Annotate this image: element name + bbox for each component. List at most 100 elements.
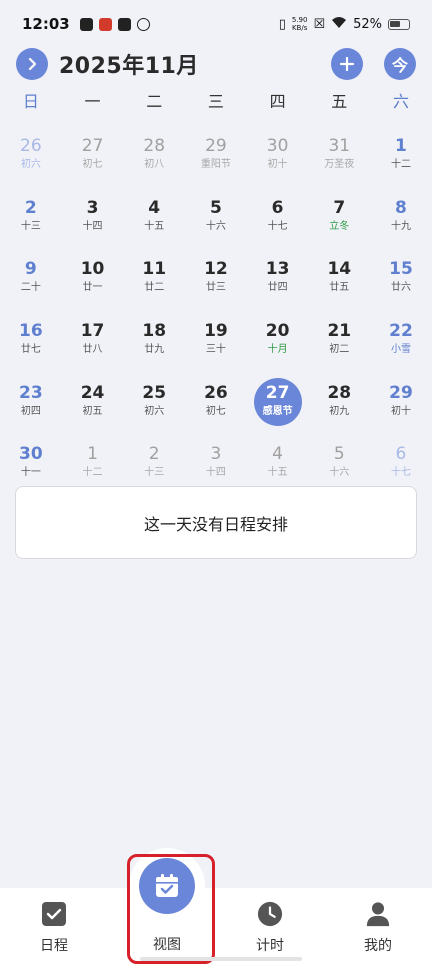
calendar-day[interactable]: 29 初十 <box>370 375 432 437</box>
lunar-label: 十二 <box>82 467 103 479</box>
calendar-day[interactable]: 18 廿九 <box>123 313 185 375</box>
day-number: 26 <box>20 136 42 156</box>
calendar-day[interactable]: 14 廿五 <box>308 251 370 313</box>
calendar-day[interactable]: 5 十六 <box>185 190 247 252</box>
lunar-label: 初六 <box>20 159 41 170</box>
day-number: 22 <box>389 321 413 342</box>
calendar-day[interactable]: 25 初六 <box>123 375 185 437</box>
lunar-label: 初五 <box>82 405 103 417</box>
weekday-tue: 二 <box>146 92 163 111</box>
calendar-day[interactable]: 17 廿八 <box>62 313 124 375</box>
day-number: 30 <box>266 136 289 156</box>
lunar-label: 初二 <box>329 344 350 356</box>
calendar-day[interactable]: 10 廿一 <box>62 251 124 313</box>
weekday-sat: 六 <box>392 92 409 111</box>
calendar-day-selected[interactable]: 27 感恩节 <box>247 375 309 437</box>
calendar-day[interactable]: 4 十五 <box>123 190 185 252</box>
battery-percent: 52% <box>353 16 382 32</box>
calendar-day[interactable]: 1 十二 <box>370 128 432 190</box>
day-number: 2 <box>148 444 160 465</box>
calendar-day[interactable]: 21 初二 <box>308 313 370 375</box>
calendar-day[interactable]: 29 重阳节 <box>185 128 247 190</box>
day-number: 18 <box>142 321 167 342</box>
lunar-label: 廿一 <box>82 282 103 294</box>
nav-timer[interactable]: 计时 <box>216 888 324 964</box>
calendar-day[interactable]: 31 万圣夜 <box>308 128 370 190</box>
bottom-nav: 日程 计时 我的 <box>0 888 432 964</box>
speed-value: 5.90 <box>291 16 308 24</box>
calendar-day[interactable]: 26 初七 <box>185 375 247 437</box>
weekday-wed: 三 <box>207 92 224 111</box>
wifi-icon <box>331 16 347 33</box>
status-bar: 12:03 ▯ 5.90 KB/s ☒ 52% <box>0 0 432 48</box>
calendar-day[interactable]: 12 廿三 <box>185 251 247 313</box>
calendar-day[interactable]: 26 初六 <box>0 128 62 190</box>
sim-off-icon: ☒ <box>313 16 326 32</box>
lunar-label: 廿二 <box>144 282 165 294</box>
day-number: 29 <box>205 136 227 156</box>
day-number: 13 <box>265 259 290 280</box>
nav-mine[interactable]: 我的 <box>324 888 432 964</box>
chevron-right-icon <box>28 57 37 71</box>
weekday-mon: 一 <box>84 92 101 111</box>
view-fab-button[interactable] <box>139 858 195 914</box>
calendar-day[interactable]: 30 初十 <box>247 128 309 190</box>
day-number: 5 <box>333 444 345 465</box>
lunar-label: 廿五 <box>329 282 350 294</box>
weekday-header: 日 一 二 三 四 五 六 <box>0 88 432 114</box>
day-number: 9 <box>24 259 37 280</box>
day-number: 27 <box>81 136 104 156</box>
lunar-label: 十五 <box>144 220 165 232</box>
today-button[interactable]: 今 <box>384 48 416 80</box>
battery-icon <box>388 18 410 30</box>
calendar-day[interactable]: 8 十九 <box>370 190 432 252</box>
month-title[interactable]: 2025年11月 <box>59 48 199 80</box>
calendar-day[interactable]: 20 十月 <box>247 313 309 375</box>
calendar-day[interactable]: 19 三十 <box>185 313 247 375</box>
status-left: 12:03 <box>22 15 150 33</box>
calendar-day[interactable]: 23 初四 <box>0 375 62 437</box>
calendar-day[interactable]: 27 初七 <box>62 128 124 190</box>
day-number: 25 <box>142 382 167 403</box>
nav-schedule-label: 日程 <box>40 938 68 954</box>
speed-unit: KB/s <box>291 24 308 32</box>
month-nav-button[interactable] <box>16 48 48 80</box>
day-number: 8 <box>395 197 407 218</box>
day-number: 31 <box>328 136 351 156</box>
lunar-label: 十三 <box>144 467 165 479</box>
nav-schedule[interactable]: 日程 <box>0 888 108 964</box>
nav-view[interactable] <box>129 848 205 924</box>
link-app-icon <box>136 17 150 31</box>
lunar-label: 廿七 <box>20 344 41 356</box>
lunar-label: 十四 <box>82 220 103 232</box>
day-number: 15 <box>389 259 413 280</box>
calendar-day[interactable]: 6 十七 <box>247 190 309 252</box>
calendar-day[interactable]: 3 十四 <box>62 190 124 252</box>
vibrate-icon: ▯ <box>278 16 286 32</box>
add-event-button[interactable] <box>331 48 363 80</box>
weekday-sun: 日 <box>22 92 39 111</box>
calendar-day[interactable]: 11 廿二 <box>123 251 185 313</box>
lunar-label: 廿四 <box>267 282 288 294</box>
status-right: ▯ 5.90 KB/s ☒ 52% <box>279 16 410 33</box>
tv-app-icon <box>117 17 131 31</box>
calendar-day[interactable]: 15 廿六 <box>370 251 432 313</box>
day-number: 28 <box>327 382 352 403</box>
calendar-day[interactable]: 9 二十 <box>0 251 62 313</box>
calendar-day[interactable]: 24 初五 <box>62 375 124 437</box>
calendar-day[interactable]: 28 初八 <box>123 128 185 190</box>
calendar-day[interactable]: 7 立冬 <box>308 190 370 252</box>
day-number: 4 <box>272 444 283 465</box>
lunar-label: 十九 <box>390 220 411 232</box>
calendar-day[interactable]: 16 廿七 <box>0 313 62 375</box>
lunar-label: 廿九 <box>144 344 165 356</box>
lunar-label: 感恩节 <box>262 405 293 417</box>
calendar-day[interactable]: 22 小雪 <box>370 313 432 375</box>
lunar-label: 十四 <box>205 467 226 479</box>
calendar-day[interactable]: 2 十三 <box>0 190 62 252</box>
day-number: 17 <box>80 321 105 342</box>
day-number: 19 <box>204 321 228 342</box>
calendar-day[interactable]: 13 廿四 <box>247 251 309 313</box>
calendar-day[interactable]: 28 初九 <box>308 375 370 437</box>
lunar-label: 十六 <box>329 467 350 479</box>
